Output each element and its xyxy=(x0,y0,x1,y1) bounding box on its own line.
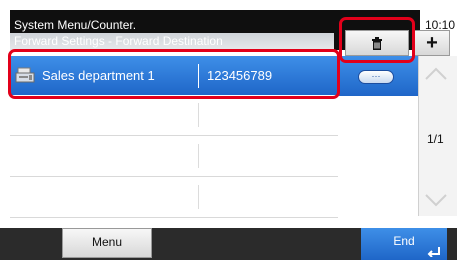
fax-machine-icon xyxy=(15,67,35,83)
list-item[interactable] xyxy=(10,177,338,218)
delete-button[interactable] xyxy=(345,30,409,56)
end-label: End xyxy=(393,234,415,248)
column-divider xyxy=(198,185,199,209)
chevron-up-icon[interactable] xyxy=(421,62,451,86)
list-item[interactable] xyxy=(10,95,338,136)
add-button[interactable]: + xyxy=(414,30,450,56)
screen-subtitle: Forward Settings - Forward Destination xyxy=(10,33,334,50)
chevron-down-icon[interactable] xyxy=(421,188,451,212)
trash-icon xyxy=(372,36,382,50)
destination-list: Sales department 1 123456789 xyxy=(10,54,338,218)
column-divider xyxy=(198,64,199,88)
end-button[interactable]: End xyxy=(361,228,447,260)
page-indicator: 1/1 xyxy=(427,132,444,146)
column-divider xyxy=(198,103,199,127)
enter-icon xyxy=(427,247,440,257)
detail-button[interactable]: ··· xyxy=(358,70,394,84)
list-item[interactable] xyxy=(10,136,338,177)
column-divider xyxy=(198,144,199,168)
destination-number: 123456789 xyxy=(207,68,273,83)
list-item[interactable]: Sales department 1 123456789 xyxy=(10,56,338,95)
menu-button[interactable]: Menu xyxy=(62,228,152,258)
screen-title: System Menu/Counter. xyxy=(14,18,137,32)
destination-name: Sales department 1 xyxy=(42,68,155,83)
